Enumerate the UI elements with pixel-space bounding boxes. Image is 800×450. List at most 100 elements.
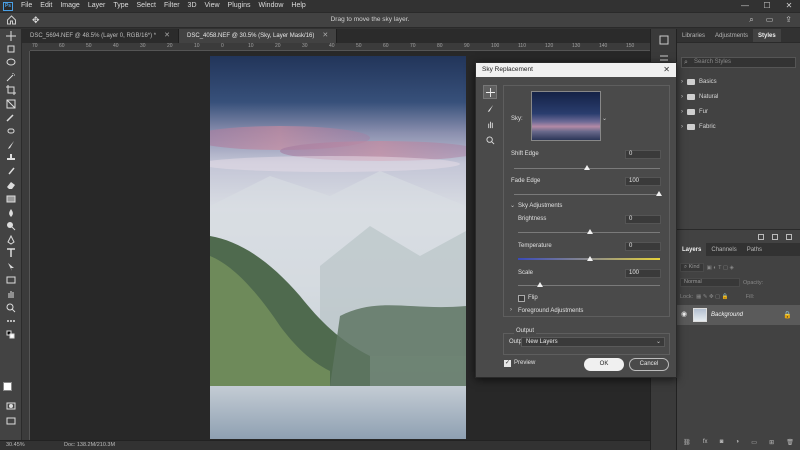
zoom-tool[interactable] [0, 301, 22, 315]
menu-image[interactable]: Image [56, 0, 83, 12]
move-tool[interactable] [0, 29, 22, 43]
shift-edge-input[interactable]: 0 [625, 150, 661, 159]
eyedropper-tool[interactable] [0, 111, 22, 125]
menu-plugins[interactable]: Plugins [224, 0, 255, 12]
history-brush-tool[interactable] [0, 165, 22, 179]
workspace-icon[interactable]: ▭ [766, 15, 774, 25]
dodge-tool[interactable] [0, 219, 22, 233]
filter-icons[interactable]: ▣ ◐ T ▢ ◈ [707, 265, 734, 271]
trash-icon[interactable]: 🗑 [786, 439, 794, 446]
close-window-icon[interactable]: ✕ [778, 0, 800, 12]
frame-tool[interactable] [0, 97, 22, 111]
artboard-tool[interactable] [0, 43, 22, 57]
type-tool[interactable] [0, 247, 22, 261]
close-icon[interactable]: ✕ [663, 63, 670, 77]
hand-tool[interactable] [483, 117, 497, 131]
menu-window[interactable]: Window [255, 0, 288, 12]
chevron-right-icon[interactable]: › [510, 307, 512, 313]
default-colors[interactable] [0, 328, 22, 342]
new-style-icon[interactable] [772, 233, 778, 240]
menu-select[interactable]: Select [133, 0, 160, 12]
sky-preset-thumbnail[interactable] [531, 91, 601, 141]
quick-mask-button[interactable] [0, 399, 22, 413]
eraser-tool[interactable] [0, 179, 22, 193]
maximize-icon[interactable]: ☐ [756, 0, 778, 12]
shape-tool[interactable] [0, 274, 22, 288]
styles-folder-basics[interactable]: › Basics [677, 74, 800, 89]
pen-tool[interactable] [0, 233, 22, 247]
minimize-icon[interactable]: — [734, 0, 756, 12]
healing-tool[interactable] [0, 124, 22, 138]
sky-adjustments-heading[interactable]: Sky Adjustments [518, 203, 562, 209]
lasso-tool[interactable] [0, 56, 22, 70]
search-icon[interactable]: ⌕ [749, 15, 753, 25]
flip-checkbox[interactable] [518, 295, 525, 302]
styles-search-input[interactable]: ⌕ Search Styles [681, 57, 796, 68]
close-icon[interactable]: ✕ [164, 29, 170, 43]
scale-thumb[interactable] [537, 282, 543, 287]
menu-file[interactable]: File [17, 0, 36, 12]
document-size[interactable]: Doc: 138.2M/210.3M [64, 442, 115, 448]
magic-wand-tool[interactable] [0, 70, 22, 84]
temperature-thumb[interactable] [587, 256, 593, 261]
trash-icon[interactable] [786, 233, 792, 240]
hand-tool[interactable] [0, 287, 22, 301]
tab-channels[interactable]: Channels [706, 243, 741, 256]
fade-edge-thumb[interactable] [656, 191, 662, 196]
layer-filter-select[interactable]: ⌕ Kind [680, 263, 704, 272]
output-to-select[interactable]: New Layers ⌄ [521, 337, 665, 347]
history-panel-button[interactable] [656, 33, 672, 47]
close-icon[interactable]: ✕ [322, 29, 328, 43]
document-tab-active[interactable]: DSC_4058.NEF @ 30.5% (Sky, Layer Mask/16… [179, 29, 338, 43]
shift-edge-thumb[interactable] [584, 165, 590, 170]
foreground-color-swatch[interactable] [3, 382, 12, 391]
menu-help[interactable]: Help [287, 0, 309, 12]
mask-icon[interactable]: ◙ [720, 439, 724, 445]
cancel-button[interactable]: Cancel [629, 358, 669, 371]
brightness-input[interactable]: 0 [625, 215, 661, 224]
menu-view[interactable]: View [201, 0, 224, 12]
menu-layer[interactable]: Layer [84, 0, 110, 12]
eye-icon[interactable]: ◉ [681, 311, 689, 318]
styles-folder-natural[interactable]: › Natural [677, 89, 800, 104]
share-icon[interactable]: ⇪ [785, 15, 792, 25]
menu-edit[interactable]: Edit [36, 0, 56, 12]
menu-3d[interactable]: 3D [184, 0, 201, 12]
lock-icons[interactable]: ▦ ✎ ✥ ▢ 🔒 [696, 294, 729, 300]
more-tools[interactable] [0, 314, 22, 328]
chevron-right-icon[interactable]: › [681, 94, 683, 100]
new-layer-icon[interactable]: ⊞ [769, 439, 774, 446]
foreground-adjustments-heading[interactable]: Foreground Adjustments [518, 308, 583, 314]
menu-type[interactable]: Type [109, 0, 132, 12]
tab-libraries[interactable]: Libraries [677, 29, 710, 42]
sky-brush-tool[interactable] [483, 101, 497, 115]
menu-filter[interactable]: Filter [160, 0, 184, 12]
screen-mode-button[interactable] [0, 414, 22, 428]
chevron-down-icon[interactable]: ⌄ [602, 115, 607, 122]
link-icon[interactable]: ⛓ [683, 439, 691, 446]
brightness-thumb[interactable] [587, 229, 593, 234]
blur-tool[interactable] [0, 206, 22, 220]
layer-row[interactable]: ◉ Background 🔒 [677, 305, 800, 325]
zoom-level[interactable]: 30.45% [6, 442, 25, 448]
tab-layers[interactable]: Layers [677, 243, 707, 256]
gradient-tool[interactable] [0, 192, 22, 206]
brush-tool[interactable] [0, 138, 22, 152]
new-group-icon[interactable] [758, 233, 764, 240]
adjustment-icon[interactable]: ◑ [735, 439, 739, 445]
styles-folder-fabric[interactable]: › Fabric [677, 119, 800, 134]
ok-button[interactable]: OK [584, 358, 624, 371]
folder-icon[interactable]: ▭ [751, 439, 757, 446]
chevron-right-icon[interactable]: › [681, 79, 683, 85]
document-tab[interactable]: DSC_5694.NEF @ 48.5% (Layer 0, RGB/16*) … [22, 29, 180, 43]
tab-adjustments[interactable]: Adjustments [710, 29, 753, 42]
crop-tool[interactable] [0, 83, 22, 97]
fade-edge-track[interactable] [514, 194, 660, 195]
chevron-right-icon[interactable]: › [681, 124, 683, 130]
chevron-right-icon[interactable]: › [681, 109, 683, 115]
preview-checkbox[interactable] [504, 359, 511, 367]
path-selection-tool[interactable] [0, 260, 22, 274]
tab-paths[interactable]: Paths [742, 243, 767, 256]
blend-mode-select[interactable]: Normal [680, 278, 740, 287]
zoom-tool[interactable] [483, 133, 497, 147]
